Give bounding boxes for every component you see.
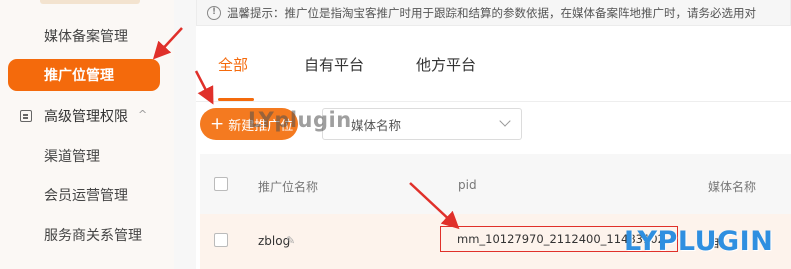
pencil-icon[interactable]: ✎ xyxy=(286,235,297,246)
row-checkbox[interactable] xyxy=(214,233,228,247)
tab-own-platform[interactable]: 自有平台 xyxy=(304,54,364,75)
sidebar-item-label: 渠道管理 xyxy=(44,149,100,165)
chevron-down-icon xyxy=(499,115,511,127)
chevron-up-icon: ^ xyxy=(138,108,148,121)
sidebar-item-member-ops[interactable]: 会员运营管理 xyxy=(0,179,174,211)
notice-bar: ! 温馨提示：推广位是指淘宝客推广时用于跟踪和结算的参数依据，在媒体备案阵地推广… xyxy=(196,0,791,26)
column-header-pid: pid xyxy=(458,178,477,192)
sidebar-item-channels[interactable]: 渠道管理 xyxy=(0,140,174,172)
info-icon: ! xyxy=(207,5,221,20)
select-all-checkbox[interactable] xyxy=(214,177,228,191)
select-value: 媒体名称 xyxy=(351,117,402,133)
tab-bar: 全部 自有平台 他方平台 xyxy=(196,26,791,102)
plus-icon: + xyxy=(210,113,225,134)
sidebar-item-media-filing[interactable]: 媒体备案管理 xyxy=(0,20,174,52)
tab-divider xyxy=(196,101,791,102)
tab-all[interactable]: 全部 xyxy=(218,54,248,75)
notice-text: 温馨提示：推广位是指淘宝客推广时用于跟踪和结算的参数依据，在媒体备案阵地推广时，… xyxy=(227,5,756,20)
sidebar-group-advanced-permissions[interactable]: 高级管理权限 ^ xyxy=(0,100,174,132)
media-name-select[interactable]: 媒体名称 xyxy=(322,108,522,140)
column-header-name: 推广位名称 xyxy=(258,180,319,194)
watermark-logo: LYPLUGIN xyxy=(624,226,774,257)
sidebar: 媒体备案管理 推广位管理 高级管理权限 ^ 渠道管理 会员运营管理 服务商关系管… xyxy=(0,0,174,269)
sidebar-top-edge xyxy=(40,0,140,4)
sidebar-item-label: 服务商关系管理 xyxy=(44,228,142,244)
tab-other-platform[interactable]: 他方平台 xyxy=(416,54,476,75)
sidebar-item-label: 推广位管理 xyxy=(44,68,114,84)
sidebar-item-label: 媒体备案管理 xyxy=(44,29,128,45)
watermark-text: LYplugin xyxy=(248,108,352,132)
table-header: 推广位名称 pid 媒体名称 xyxy=(200,154,791,214)
sidebar-item-promotion-slots[interactable]: 推广位管理 xyxy=(8,59,160,91)
column-header-media: 媒体名称 xyxy=(708,180,757,194)
list-icon xyxy=(20,110,32,122)
sidebar-item-provider-relations[interactable]: 服务商关系管理 xyxy=(0,219,174,251)
sidebar-item-label: 会员运营管理 xyxy=(44,188,128,204)
